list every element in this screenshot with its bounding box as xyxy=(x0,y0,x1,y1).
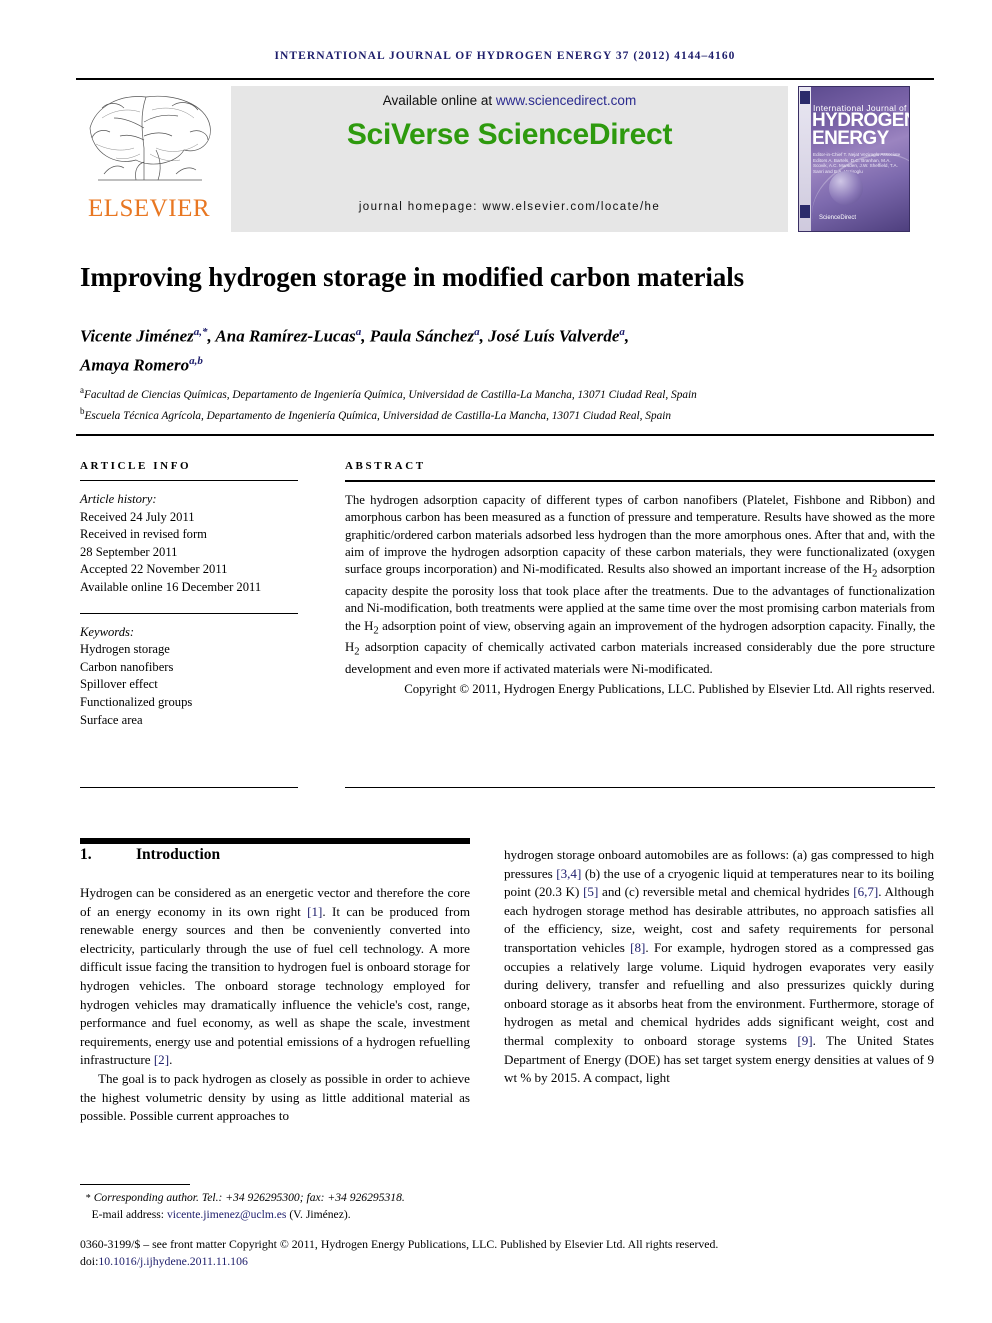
paragraph: hydrogen storage onboard automobiles are… xyxy=(504,846,934,1088)
cover-publisher-mark-bottom-icon xyxy=(800,205,810,218)
cover-title-line3: ENERGY xyxy=(812,128,889,149)
keyword-item: Hydrogen storage xyxy=(80,642,170,657)
corresponding-author-text: Corresponding author. Tel.: +34 92629530… xyxy=(93,1191,405,1204)
section-heading-bar xyxy=(80,838,470,844)
email-suffix: (V. Jiménez). xyxy=(286,1207,351,1221)
article-history-label: Article history: xyxy=(80,492,157,506)
sciencedirect-band: Available online at www.sciencedirect.co… xyxy=(231,86,788,232)
cover-publisher-mark-top-icon xyxy=(800,91,810,104)
abstract-part: The hydrogen adsorption capacity of diff… xyxy=(345,493,935,577)
text-run: . It can be produced from renewable ener… xyxy=(80,903,470,1068)
email-link[interactable]: vicente.jimenez@uclm.es xyxy=(167,1208,286,1221)
imprint-block: 0360-3199/$ – see front matter Copyright… xyxy=(80,1236,940,1269)
abstract-column: ABSTRACT The hydrogen adsorption capacit… xyxy=(345,460,935,698)
running-head: International Journal of Hydrogen Energy… xyxy=(274,50,736,62)
article-title: Improving hydrogen storage in modified c… xyxy=(80,262,745,292)
keyword-item: Surface area xyxy=(80,712,143,727)
reference-link[interactable]: [8] xyxy=(630,940,645,955)
article-info-heading: ARTICLE INFO xyxy=(80,460,192,472)
reference-link[interactable]: [6,7] xyxy=(853,884,878,899)
author-affil-mark: a,* xyxy=(193,326,208,338)
text-run: . xyxy=(169,1052,173,1068)
keywords-label: Keywords: xyxy=(80,624,135,639)
abstract-copyright: Copyright © 2011, Hydrogen Energy Public… xyxy=(404,681,935,696)
elsevier-logo: ELSEVIER xyxy=(76,86,222,232)
abstract-part: adsorption capacity of chemically activa… xyxy=(345,640,935,677)
reference-link[interactable]: [5] xyxy=(583,884,598,899)
corresponding-author-line: * Corresponding author. Tel.: +34 926295… xyxy=(80,1190,580,1207)
history-item: Received 24 July 2011 xyxy=(80,509,195,524)
history-item: 28 September 2011 xyxy=(80,544,178,559)
history-item: Accepted 22 November 2011 xyxy=(80,562,228,577)
abstract-body: The hydrogen adsorption capacity of diff… xyxy=(345,492,935,679)
header-rule xyxy=(76,78,934,80)
paragraph: The goal is to pack hydrogen as closely … xyxy=(80,1070,470,1124)
footnote-block: * Corresponding author. Tel.: +34 926295… xyxy=(80,1190,580,1222)
abstract-heading: ABSTRACT xyxy=(345,460,426,472)
elsevier-tree-icon xyxy=(89,95,211,181)
reference-link[interactable]: [1] xyxy=(307,904,322,919)
footnote-rule xyxy=(80,1184,190,1185)
elsevier-wordmark: ELSEVIER xyxy=(87,195,211,222)
journal-article-page: International Journal of Hydrogen Energy… xyxy=(0,0,992,1323)
masthead: ELSEVIER Available online at www.science… xyxy=(76,84,934,236)
paragraph: Hydrogen can be considered as an energet… xyxy=(80,884,470,1070)
abstract-heading-rule xyxy=(345,480,935,482)
section-heading: 1. Introduction xyxy=(80,846,480,864)
article-info-heading-rule xyxy=(80,480,298,481)
author-affil-mark: a xyxy=(355,326,362,338)
author-list: Vicente Jiméneza,*, Ana Ramírez-Lucasa, … xyxy=(80,326,630,375)
abstract-bottom-rule xyxy=(345,787,935,788)
author-name: Ana Ramírez-Lucas xyxy=(215,326,356,346)
author-affil-mark: a,b xyxy=(189,354,203,367)
intro-right-column: hydrogen storage onboard automobiles are… xyxy=(504,846,934,1088)
email-label: E-mail address: xyxy=(91,1207,167,1221)
author-name: Amaya Romero xyxy=(80,355,190,375)
author-name: José Luís Valverde xyxy=(488,326,620,346)
author-affil-mark: a xyxy=(474,326,480,338)
article-info-bottom-rule xyxy=(80,787,298,788)
cover-sphere-graphic xyxy=(829,171,863,205)
imprint-line: 0360-3199/$ – see front matter Copyright… xyxy=(80,1237,719,1251)
cover-editors: Editor-in-Chief T. Nejat Veziroglu Assoc… xyxy=(813,152,901,174)
doi-label: doi: xyxy=(80,1253,99,1268)
author-name: Vicente Jiménez xyxy=(80,326,194,346)
journal-homepage-line[interactable]: journal homepage: www.elsevier.com/locat… xyxy=(231,201,788,213)
affiliation-list: aFacultad de Ciencias Químicas, Departam… xyxy=(80,382,940,424)
sciencedirect-url[interactable]: www.sciencedirect.com xyxy=(496,93,636,108)
asterisk-icon: * xyxy=(85,1193,91,1204)
text-run: . For example, hydrogen stored as a comp… xyxy=(504,939,934,1048)
affiliation-text: Facultad de Ciencias Químicas, Departame… xyxy=(84,388,697,401)
abstract-section-top-rule xyxy=(76,434,934,436)
journal-cover-thumbnail: International Journal of HYDROGEN ENERGY… xyxy=(798,86,910,232)
intro-left-column: Hydrogen can be considered as an energet… xyxy=(80,884,470,1126)
doi-line: doi:10.1016/j.ijhydene.2011.11.106 xyxy=(80,1253,940,1270)
reference-link[interactable]: [9] xyxy=(797,1033,812,1048)
available-prefix: Available online at xyxy=(382,93,496,108)
article-history-block: Article history: Received 24 July 2011 R… xyxy=(80,491,298,597)
author-name: Paula Sánchez xyxy=(369,326,475,346)
section-number: 1. xyxy=(80,846,92,863)
keyword-item: Carbon nanofibers xyxy=(80,659,174,674)
text-run: and (c) reversible metal and chemical hy… xyxy=(598,884,854,900)
keywords-block: Keywords: Hydrogen storage Carbon nanofi… xyxy=(80,624,298,730)
section-title: Introduction xyxy=(136,846,221,863)
reference-link[interactable]: [2] xyxy=(154,1052,169,1067)
affiliation-item: aFacultad de Ciencias Químicas, Departam… xyxy=(80,382,940,403)
affiliation-item: bEscuela Técnica Agrícola, Departamento … xyxy=(80,403,940,424)
keyword-item: Functionalized groups xyxy=(80,694,193,709)
keywords-rule xyxy=(80,612,298,614)
article-info-column: ARTICLE INFO Article history: Received 2… xyxy=(80,460,298,729)
affiliation-text: Escuela Técnica Agrícola, Departamento d… xyxy=(84,409,672,422)
history-item: Available online 16 December 2011 xyxy=(80,579,262,594)
reference-link[interactable]: [3,4] xyxy=(556,866,581,881)
author-affil-mark: a xyxy=(619,326,625,338)
doi-link[interactable]: 10.1016/j.ijhydene.2011.11.106 xyxy=(98,1254,248,1268)
sciverse-sciencedirect-logo: SciVerse ScienceDirect xyxy=(346,118,673,151)
keyword-item: Spillover effect xyxy=(80,677,158,692)
email-line: E-mail address: vicente.jimenez@uclm.es … xyxy=(80,1207,580,1223)
cover-sciencedirect-mark: ScienceDirect xyxy=(819,215,857,221)
history-item: Received in revised form xyxy=(80,527,207,542)
available-online-line: Available online at www.sciencedirect.co… xyxy=(231,93,788,108)
